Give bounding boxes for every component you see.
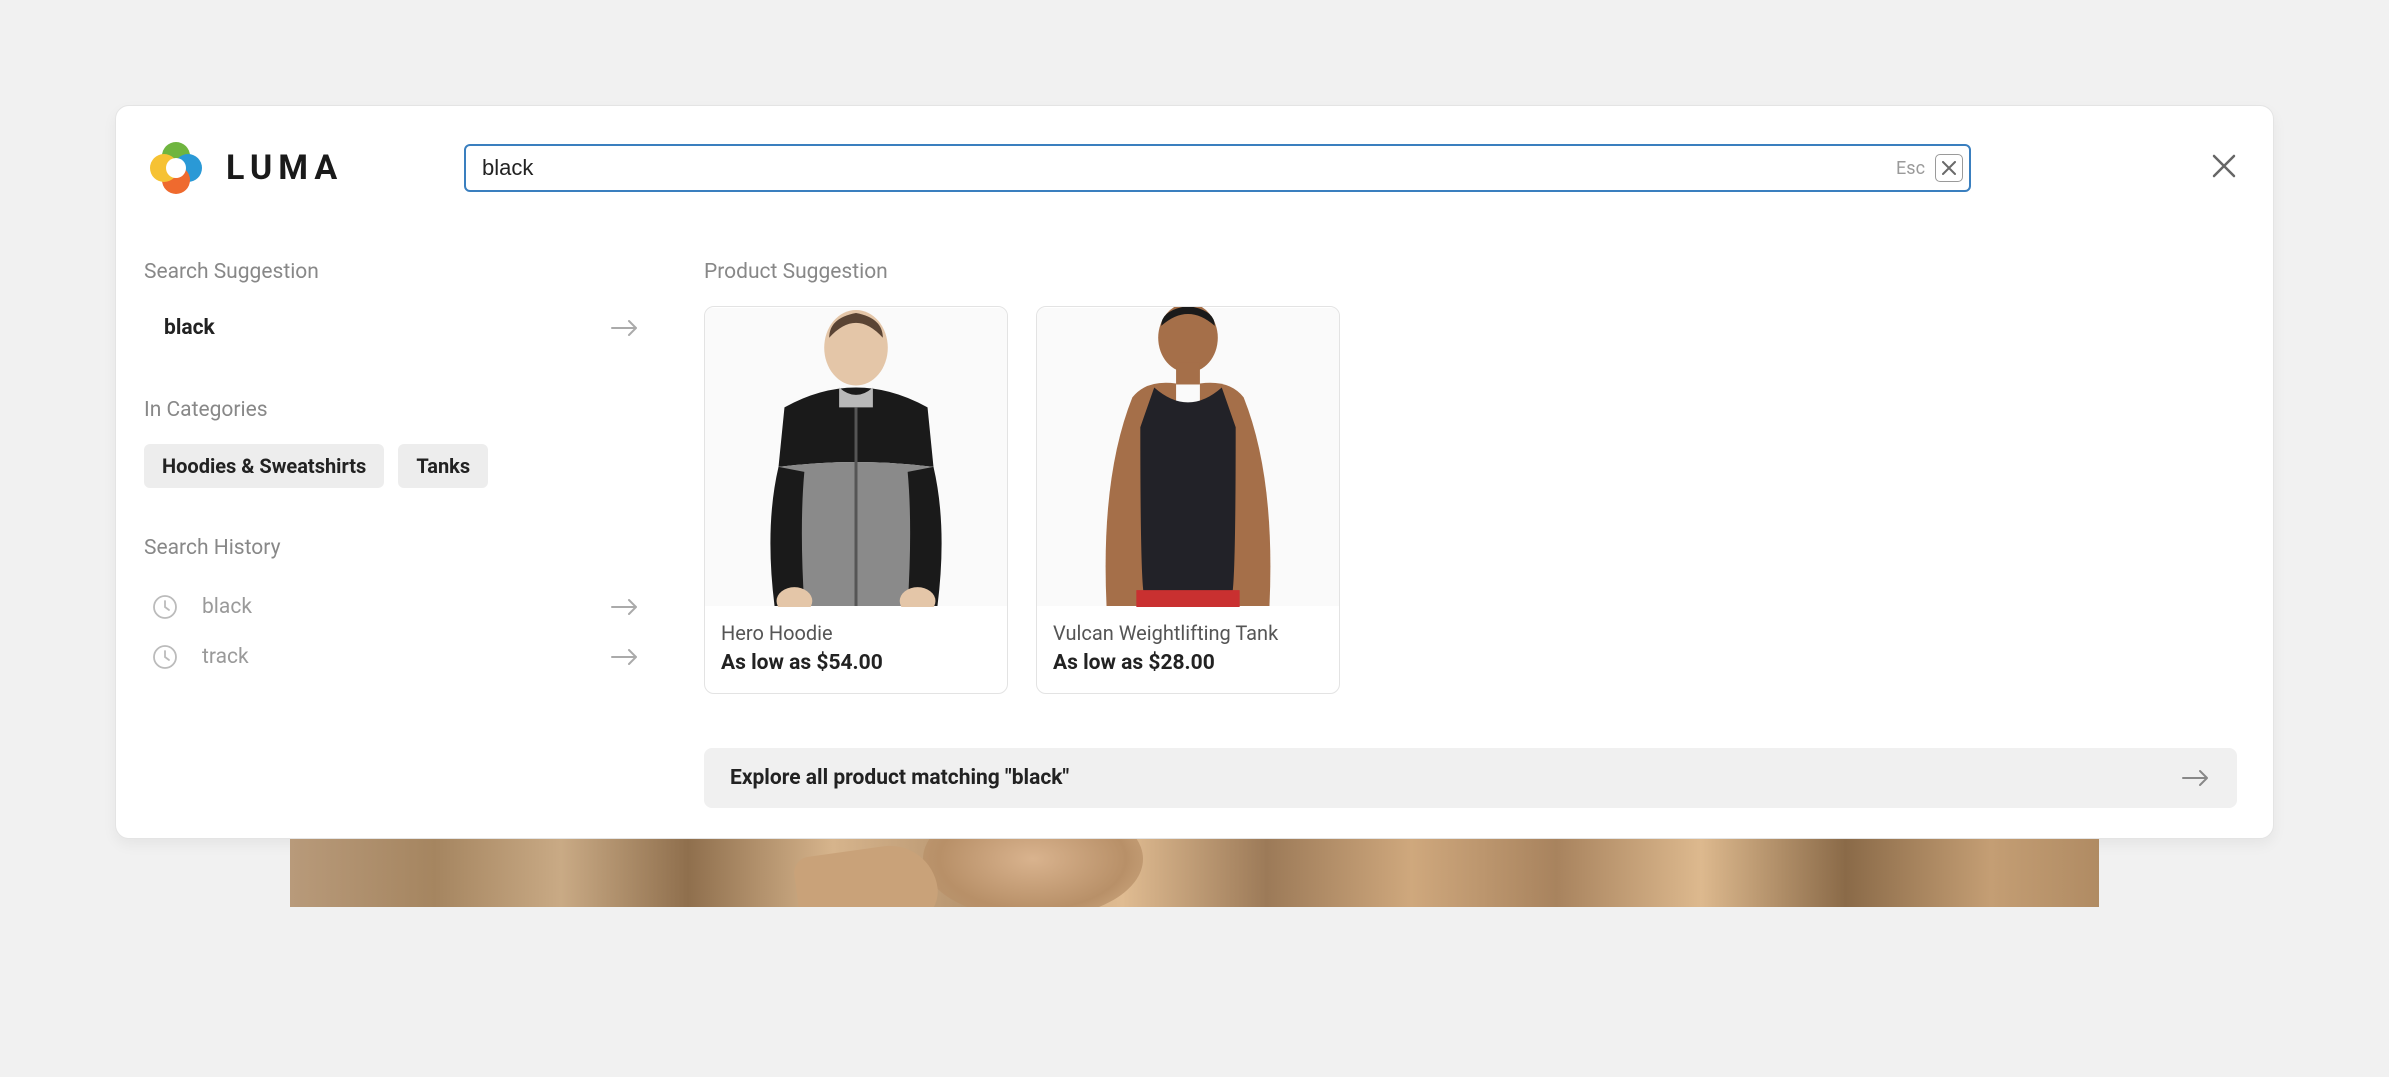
history-item[interactable]: track bbox=[144, 632, 644, 682]
search-input[interactable] bbox=[464, 144, 1971, 192]
search-suggestion-item[interactable]: black bbox=[144, 306, 644, 350]
history-icon bbox=[152, 594, 178, 620]
categories-title: In Categories bbox=[144, 398, 644, 422]
product-name: Vulcan Weightlifting Tank bbox=[1053, 621, 1323, 645]
explore-all-button[interactable]: Explore all product matching "black" bbox=[704, 748, 2237, 808]
product-name: Hero Hoodie bbox=[721, 621, 991, 645]
close-icon bbox=[1942, 161, 1956, 175]
clear-search-button[interactable] bbox=[1935, 154, 1963, 182]
hero-background-image bbox=[290, 839, 2099, 907]
search-overlay-panel: LUMA Esc bbox=[115, 105, 2274, 839]
arrow-right-icon bbox=[610, 318, 640, 338]
history-item[interactable]: black bbox=[144, 582, 644, 632]
category-chip-hoodies[interactable]: Hoodies & Sweatshirts bbox=[144, 444, 384, 488]
suggestion-label: black bbox=[164, 316, 215, 340]
product-image bbox=[1037, 307, 1339, 607]
close-icon bbox=[2211, 153, 2237, 179]
product-suggestion-title: Product Suggestion bbox=[704, 260, 2237, 284]
brand-logo[interactable]: LUMA bbox=[144, 136, 424, 200]
history-icon bbox=[152, 644, 178, 670]
product-price: As low as $28.00 bbox=[1053, 651, 1323, 675]
product-image bbox=[705, 307, 1007, 607]
arrow-right-icon bbox=[2181, 768, 2211, 788]
arrow-right-icon bbox=[610, 647, 640, 667]
brand-name: LUMA bbox=[226, 148, 343, 188]
explore-label: Explore all product matching "black" bbox=[730, 766, 1069, 790]
search-suggestion-title: Search Suggestion bbox=[144, 260, 644, 284]
product-card[interactable]: Vulcan Weightlifting Tank As low as $28.… bbox=[1036, 306, 1340, 694]
luma-logo-icon bbox=[144, 136, 208, 200]
search-history-title: Search History bbox=[144, 536, 644, 560]
category-chip-tanks[interactable]: Tanks bbox=[398, 444, 488, 488]
arrow-right-icon bbox=[610, 597, 640, 617]
product-card[interactable]: Hero Hoodie As low as $54.00 bbox=[704, 306, 1008, 694]
history-label: black bbox=[202, 595, 252, 619]
history-label: track bbox=[202, 645, 249, 669]
esc-hint: Esc bbox=[1896, 158, 1925, 179]
product-price: As low as $54.00 bbox=[721, 651, 991, 675]
close-panel-button[interactable] bbox=[2211, 153, 2237, 183]
